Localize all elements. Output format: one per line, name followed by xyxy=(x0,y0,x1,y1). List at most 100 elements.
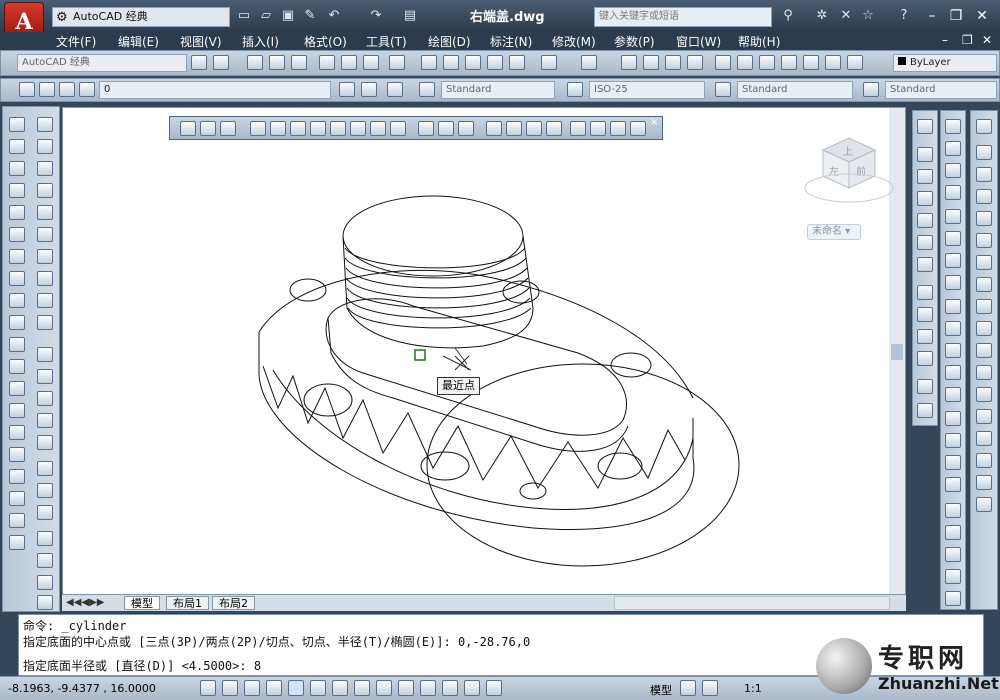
sw-iso-icon[interactable] xyxy=(917,285,933,300)
menu-edit[interactable]: 编辑(E) xyxy=(118,33,159,50)
lineweight-icon[interactable] xyxy=(398,680,414,696)
dim-break-icon[interactable] xyxy=(945,387,961,402)
spline-icon[interactable] xyxy=(9,293,25,308)
open-icon[interactable]: ▱ xyxy=(256,6,276,26)
continue-dim-icon[interactable] xyxy=(945,343,961,358)
chamfer-icon[interactable] xyxy=(976,453,992,468)
circle-icon[interactable] xyxy=(9,249,25,264)
aligned-dim-icon[interactable] xyxy=(945,141,961,156)
stretch-icon[interactable] xyxy=(976,321,992,336)
table-icon[interactable] xyxy=(9,491,25,506)
dimtedit-icon[interactable] xyxy=(945,569,961,584)
move-modify-icon[interactable] xyxy=(976,255,992,270)
rectangle-icon[interactable] xyxy=(9,205,25,220)
delete-faces-icon[interactable] xyxy=(310,121,326,136)
union-float-icon[interactable] xyxy=(180,121,196,136)
sphere-icon[interactable] xyxy=(37,205,53,220)
cut-icon[interactable] xyxy=(421,55,437,70)
extend-icon[interactable] xyxy=(976,365,992,380)
drawing-area[interactable]: 上 左 前 × 未命名 ▾ 最近点 xyxy=(62,107,906,595)
layer-state-icon[interactable] xyxy=(39,82,55,97)
pyramid-icon[interactable] xyxy=(37,271,53,286)
properties-icon[interactable] xyxy=(715,55,731,70)
cylinder-icon[interactable] xyxy=(37,227,53,242)
mtext-icon[interactable] xyxy=(9,513,25,528)
hatch-icon[interactable] xyxy=(9,425,25,440)
right-view-icon[interactable] xyxy=(917,213,933,228)
tpy-icon[interactable] xyxy=(420,680,436,696)
color-control-dropdown[interactable]: ByLayer xyxy=(893,54,997,72)
design-center-icon[interactable] xyxy=(737,55,753,70)
copy-obj-icon[interactable] xyxy=(945,525,961,540)
maximize-button[interactable]: ❐ xyxy=(944,6,968,26)
selection-cycling-icon[interactable] xyxy=(464,680,480,696)
snap-mode-icon[interactable] xyxy=(200,680,216,696)
copy-icon[interactable] xyxy=(443,55,459,70)
arc-icon[interactable] xyxy=(9,227,25,242)
scale-icon[interactable] xyxy=(976,299,992,314)
favorites-icon[interactable]: ☆ xyxy=(858,6,878,26)
union-icon[interactable] xyxy=(37,461,53,476)
multileader-style-dropdown[interactable]: Standard xyxy=(885,81,997,99)
join-icon[interactable] xyxy=(976,431,992,446)
clean-icon[interactable] xyxy=(486,121,502,136)
coordinates-display[interactable]: -8.1963, -9.4377 , 16.0000 xyxy=(8,682,156,695)
add-selected-icon[interactable] xyxy=(9,535,25,550)
print-icon[interactable] xyxy=(319,55,335,70)
fillet-icon[interactable] xyxy=(976,475,992,490)
array-icon[interactable] xyxy=(976,233,992,248)
menu-window[interactable]: 窗口(W) xyxy=(676,33,721,50)
shell-icon[interactable] xyxy=(526,121,542,136)
interfere-icon[interactable] xyxy=(610,121,626,136)
rotate-faces-icon[interactable] xyxy=(330,121,346,136)
saveas-icon[interactable]: ✎ xyxy=(300,6,320,26)
angular-dim-icon[interactable] xyxy=(945,275,961,290)
cone-icon[interactable] xyxy=(37,183,53,198)
text-style-icon[interactable] xyxy=(419,82,435,97)
subtract-float-icon[interactable] xyxy=(200,121,216,136)
inspection-icon[interactable] xyxy=(945,455,961,470)
save-file-icon[interactable] xyxy=(291,55,307,70)
revcloud-icon[interactable] xyxy=(9,271,25,286)
print-preview-icon[interactable] xyxy=(341,55,357,70)
xline-icon[interactable] xyxy=(9,139,25,154)
block-editor-icon[interactable] xyxy=(509,55,525,70)
floating-toolbar-close-icon[interactable]: × xyxy=(650,117,658,128)
search-input[interactable]: 键入关键字或短语 xyxy=(594,7,772,27)
helix-icon[interactable] xyxy=(37,293,53,308)
doc-restore-button[interactable]: ❐ xyxy=(962,33,973,47)
publish-icon[interactable] xyxy=(363,55,379,70)
pan-icon[interactable] xyxy=(621,55,637,70)
offset-icon[interactable] xyxy=(976,211,992,226)
named-views-icon[interactable] xyxy=(917,119,933,134)
slice-icon[interactable] xyxy=(570,121,586,136)
viewcube-ucs-menu[interactable]: 未命名 ▾ xyxy=(807,224,861,240)
viewcube[interactable]: 上 左 前 xyxy=(804,137,894,203)
box-icon[interactable] xyxy=(37,139,53,154)
help-tb-icon[interactable] xyxy=(847,55,863,70)
3d-osnap-icon[interactable] xyxy=(310,680,326,696)
baseline-dim-icon[interactable] xyxy=(945,321,961,336)
zoom-window-icon[interactable] xyxy=(665,55,681,70)
wedge-icon[interactable] xyxy=(37,161,53,176)
bottom-view-icon[interactable] xyxy=(917,169,933,184)
jogged-linear-icon[interactable] xyxy=(945,477,961,492)
layer-dropdown[interactable]: 0 xyxy=(99,81,331,99)
redo-tb-icon[interactable] xyxy=(581,55,597,70)
doc-close-button[interactable]: ✕ xyxy=(982,33,992,47)
layer-previous-icon[interactable] xyxy=(361,82,377,97)
make-block-icon[interactable] xyxy=(9,381,25,396)
diameter-dim-icon[interactable] xyxy=(945,253,961,268)
menu-dimension[interactable]: 标注(N) xyxy=(490,33,532,50)
polar-icon[interactable] xyxy=(266,680,282,696)
workspace-lock-icon[interactable] xyxy=(213,55,229,70)
match-properties-icon[interactable] xyxy=(487,55,503,70)
top-view-icon[interactable] xyxy=(917,147,933,162)
polysolid-icon[interactable] xyxy=(37,117,53,132)
tab-layout1[interactable]: 布局1 xyxy=(166,596,209,610)
horizontal-scrollbar[interactable] xyxy=(614,596,890,610)
workspace-switcher[interactable]: ⚙ AutoCAD 经典 xyxy=(52,7,230,27)
sheet-set-icon[interactable] xyxy=(781,55,797,70)
break-icon[interactable] xyxy=(976,409,992,424)
plot-icon[interactable]: ▤ xyxy=(400,6,420,26)
